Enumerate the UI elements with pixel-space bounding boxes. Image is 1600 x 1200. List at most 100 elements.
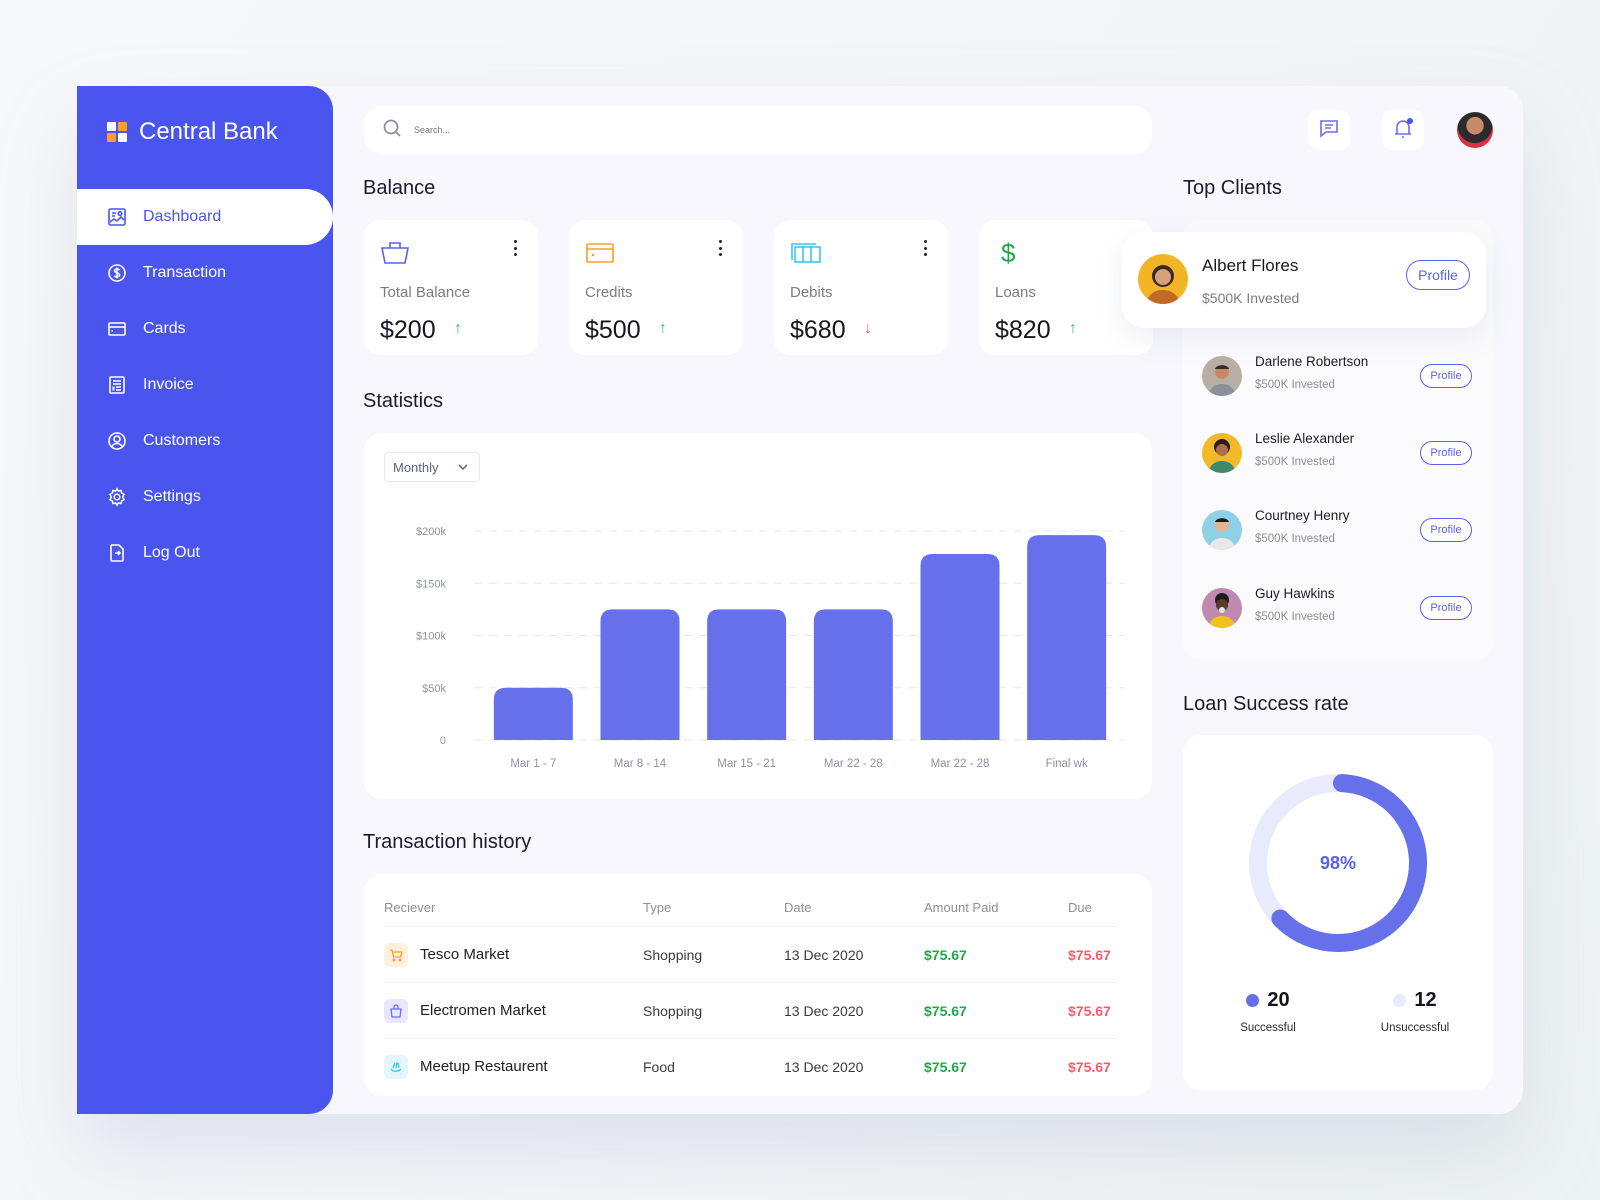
client-item[interactable]: Courtney Henry $500K Invested Profile — [1202, 502, 1474, 558]
x-tick-label: Mar 22 - 28 — [824, 758, 883, 770]
stat-card-total-balance[interactable]: Total Balance $200 ↑ — [364, 220, 538, 355]
column-header-date[interactable]: Date — [784, 900, 924, 915]
x-tick-label: Final wk — [1046, 758, 1088, 770]
featured-client[interactable]: Albert Flores $500K Invested Profile — [1122, 232, 1486, 328]
search-input[interactable] — [414, 125, 1014, 135]
bar[interactable] — [707, 609, 787, 740]
credit-card-icon — [585, 240, 615, 266]
sidebar-item-label: Transaction — [143, 264, 226, 281]
sidebar-item-cards[interactable]: Cards — [77, 301, 333, 357]
bar[interactable] — [920, 553, 1000, 740]
sidebar-item-label: Log Out — [143, 544, 200, 561]
search-icon — [382, 118, 402, 143]
legend-successful: 20 Successful — [1228, 989, 1308, 1034]
statistics-chart-card: Monthly 0 $50k $100k $150k $200k Mar 1 - 7 Mar… — [364, 433, 1152, 799]
amount-paid-cell: $75.67 — [924, 1002, 967, 1019]
client-name: Courtney Henry — [1255, 508, 1350, 523]
successful-label: Successful — [1240, 1022, 1296, 1034]
more-options-button[interactable] — [719, 240, 723, 256]
client-name: Darlene Robertson — [1255, 354, 1369, 369]
stat-card-credits[interactable]: Credits $500 ↑ — [569, 220, 743, 355]
table-row[interactable]: Tesco Market Shopping 13 Dec 2020 $75.67… — [384, 926, 1116, 982]
client-invested: $500K Invested — [1255, 456, 1335, 468]
y-tick-label: $50k — [422, 683, 446, 695]
cart-icon — [384, 942, 408, 967]
client-item[interactable]: Guy Hawkins $500K Invested Profile — [1202, 580, 1474, 636]
top-clients-title: Top Clients — [1183, 177, 1282, 199]
client-invested: $500K Invested — [1255, 379, 1335, 391]
due-cell: $75.67 — [1068, 1058, 1111, 1075]
client-avatar — [1138, 254, 1188, 304]
bar[interactable] — [600, 609, 680, 740]
logout-icon — [107, 543, 127, 563]
card-icon — [107, 319, 127, 339]
sidebar-item-customers[interactable]: Customers — [77, 413, 333, 469]
x-tick-label: Mar 1 - 7 — [510, 758, 556, 770]
profile-button[interactable]: Profile — [1420, 441, 1472, 465]
brand-name: Central Bank — [139, 118, 278, 145]
search-bar[interactable] — [364, 106, 1152, 154]
sidebar: Central Bank Dashboard Transaction Cards… — [77, 86, 333, 1114]
receiver-name: Electromen Market — [420, 1002, 546, 1019]
x-tick-label: Mar 22 - 28 — [931, 758, 990, 770]
loan-success-card: 98% 20 Successful 12 Unsuccessful — [1183, 735, 1493, 1090]
user-avatar[interactable] — [1457, 112, 1493, 148]
type-cell: Food — [643, 1058, 675, 1075]
success-percent: 98% — [1319, 853, 1357, 873]
more-options-button[interactable] — [924, 240, 928, 256]
stat-card-debits[interactable]: Debits $680 ↓ — [774, 220, 948, 355]
stat-label: Loans — [995, 284, 1036, 301]
sidebar-item-transaction[interactable]: Transaction — [77, 245, 333, 301]
date-cell: 13 Dec 2020 — [784, 946, 864, 963]
profile-button[interactable]: Profile — [1420, 596, 1472, 620]
more-options-button[interactable] — [514, 240, 518, 256]
x-tick-label: Mar 15 - 21 — [717, 758, 776, 770]
brand[interactable]: Central Bank — [107, 118, 278, 146]
y-tick-label: $150k — [416, 578, 446, 590]
profile-button[interactable]: Profile — [1420, 364, 1472, 388]
sidebar-item-dashboard[interactable]: Dashboard — [77, 189, 333, 245]
statistics-title: Statistics — [363, 390, 444, 412]
client-avatar — [1202, 510, 1242, 550]
client-invested: $500K Invested — [1255, 533, 1335, 545]
stat-value: $200 — [380, 316, 436, 344]
client-avatar — [1202, 433, 1242, 473]
stat-value: $820 — [995, 316, 1051, 344]
column-header-type[interactable]: Type — [643, 900, 784, 915]
trend-up-icon: ↑ — [454, 320, 462, 337]
profile-button[interactable]: Profile — [1406, 260, 1470, 290]
trend-up-icon: ↑ — [1069, 320, 1077, 337]
bar[interactable] — [1027, 535, 1107, 740]
sidebar-item-label: Dashboard — [143, 208, 222, 225]
due-cell: $75.67 — [1068, 946, 1111, 963]
sidebar-item-label: Settings — [143, 488, 201, 505]
bag-icon — [384, 998, 408, 1023]
sidebar-item-settings[interactable]: Settings — [77, 469, 333, 525]
client-invested: $500K Invested — [1202, 290, 1300, 306]
column-header-receiver[interactable]: Reciever — [384, 900, 643, 915]
notifications-button[interactable] — [1382, 110, 1424, 150]
client-avatar — [1202, 588, 1242, 628]
columns-icon — [790, 240, 821, 266]
sidebar-item-logout[interactable]: Log Out — [77, 525, 333, 581]
bar[interactable] — [813, 609, 893, 740]
receiver-name: Meetup Restaurent — [420, 1058, 548, 1075]
bar-chart: 0 $50k $100k $150k $200k Mar 1 - 7 Mar 8 - 14 M… — [416, 526, 1124, 770]
bar[interactable] — [493, 687, 573, 740]
sidebar-item-label: Invoice — [143, 376, 194, 393]
column-header-due[interactable]: Due — [1068, 900, 1116, 915]
balance-title: Balance — [363, 177, 436, 199]
client-item[interactable]: Darlene Robertson $500K Invested Profile — [1202, 348, 1474, 404]
table-row[interactable]: Electromen Market Shopping 13 Dec 2020 $… — [384, 982, 1116, 1038]
profile-button[interactable]: Profile — [1420, 518, 1472, 542]
sidebar-item-invoice[interactable]: Invoice — [77, 357, 333, 413]
amount-paid-cell: $75.67 — [924, 1058, 967, 1075]
y-tick-label: $100k — [416, 631, 446, 643]
client-item[interactable]: Leslie Alexander $500K Invested Profile — [1202, 425, 1474, 481]
amount-paid-cell: $75.67 — [924, 946, 967, 963]
client-invested: $500K Invested — [1255, 611, 1335, 623]
column-header-amount-paid[interactable]: Amount Paid — [924, 900, 1068, 915]
loan-success-title: Loan Success rate — [1183, 693, 1349, 715]
table-row[interactable]: Meetup Restaurent Food 13 Dec 2020 $75.6… — [384, 1038, 1116, 1094]
messages-button[interactable] — [1308, 110, 1350, 150]
